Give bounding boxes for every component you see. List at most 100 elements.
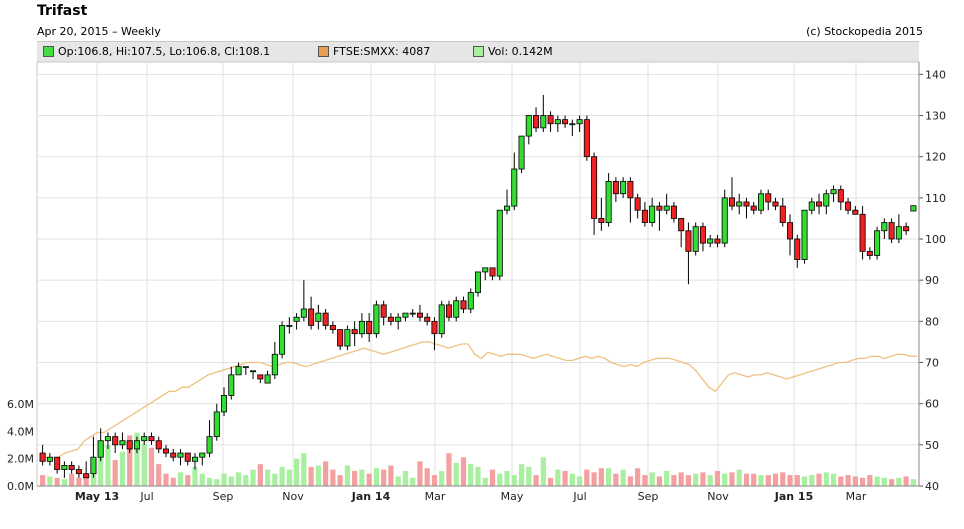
x-tick-label: Mar — [425, 490, 446, 503]
volume-bar — [627, 476, 633, 486]
volume-bar — [700, 472, 706, 486]
candle-body — [148, 436, 155, 442]
volume-bar — [177, 472, 184, 486]
candle-body — [598, 218, 605, 223]
volume-bar — [635, 468, 641, 486]
candle-body — [612, 180, 619, 195]
candle-body — [286, 325, 293, 327]
candle-body — [387, 316, 394, 322]
volume-bar — [845, 475, 851, 486]
volume-bar — [453, 462, 459, 486]
volume-bar — [489, 469, 496, 486]
volume-bar — [591, 472, 597, 486]
volume-bar — [562, 470, 568, 486]
volume-bar — [780, 472, 786, 486]
volume-bar — [206, 477, 213, 486]
volume-bar — [323, 461, 329, 486]
x-tick-label: Jan 14 — [351, 490, 391, 503]
candle-body — [641, 209, 648, 223]
x-tick-label: Jul — [139, 490, 153, 503]
candle-body — [533, 115, 540, 129]
volume-bar — [410, 477, 416, 486]
volume-bar — [714, 470, 721, 486]
candle-body — [576, 119, 583, 125]
volume-bar — [272, 473, 278, 486]
volume-bar — [772, 473, 779, 486]
volume-bar — [613, 473, 619, 486]
volume-bar — [330, 469, 336, 486]
volume-bar — [293, 458, 300, 486]
price-tick-label: 60 — [925, 398, 939, 411]
volume-bar — [605, 468, 612, 486]
volume-bar — [910, 479, 916, 486]
candle-body — [685, 230, 692, 252]
volume-bar — [547, 477, 554, 486]
candle-body — [184, 452, 191, 462]
volume-bar — [439, 470, 445, 486]
candle-body — [866, 250, 873, 256]
candle-body — [264, 374, 271, 384]
volume-bar — [569, 473, 575, 486]
volume-bar — [163, 473, 169, 486]
candle-body — [757, 193, 765, 211]
candle-body — [54, 456, 61, 470]
x-tick-label: Nov — [282, 490, 304, 503]
volume-bar — [497, 473, 503, 486]
volume-bar — [678, 472, 684, 486]
volume-bar — [373, 468, 380, 486]
candle-body — [460, 300, 467, 310]
candle-body — [68, 465, 75, 470]
candle-body — [888, 222, 895, 240]
volume-bar — [693, 473, 699, 486]
volume-bar — [170, 477, 176, 486]
candle-body — [424, 316, 431, 322]
candle-body — [678, 218, 685, 232]
candle-body — [663, 205, 670, 211]
candle-body — [438, 304, 445, 335]
volume-bar — [156, 464, 162, 486]
candle-body — [605, 180, 612, 223]
x-tick-label: Nov — [707, 490, 729, 503]
candle-body — [699, 226, 706, 244]
candle-body — [620, 180, 627, 195]
candle-body — [279, 325, 286, 355]
candle-body — [322, 312, 329, 326]
volume-bar — [105, 445, 111, 486]
candle-body — [779, 205, 786, 223]
candle-body — [83, 473, 90, 479]
volume-bar — [482, 477, 488, 486]
volume-bar — [446, 453, 452, 486]
candle-body — [162, 448, 169, 454]
price-tick-label: 70 — [925, 357, 939, 370]
candle-body — [583, 119, 590, 158]
price-tick-label: 110 — [925, 192, 946, 205]
candle-body — [75, 469, 82, 475]
volume-bar — [504, 470, 510, 486]
x-tick-label: Sep — [638, 490, 659, 503]
volume-bar — [279, 466, 285, 486]
volume-bar — [344, 465, 351, 486]
volume-bar — [250, 469, 256, 486]
x-tick-label: Jul — [572, 490, 586, 503]
volume-bar — [765, 475, 771, 486]
candle-body — [395, 316, 402, 322]
volume-bar — [40, 475, 46, 486]
volume-tick-label: 4.0M — [7, 425, 34, 438]
candle-body — [845, 201, 852, 211]
volume-bar — [388, 465, 394, 486]
volume-bar — [794, 475, 800, 486]
candle-body — [750, 205, 757, 211]
price-tick-label: 80 — [925, 315, 939, 328]
volume-bar — [61, 479, 68, 486]
candle-body — [257, 374, 264, 380]
volume-bar — [511, 475, 517, 486]
volume-bar — [264, 469, 271, 486]
volume-bar — [352, 470, 358, 486]
volume-bar — [787, 475, 793, 486]
candle-body — [133, 440, 140, 450]
volume-bar — [888, 479, 895, 486]
volume-bar — [816, 473, 822, 486]
volume-bar — [649, 472, 655, 486]
volume-bar — [308, 466, 314, 486]
candle-body — [402, 312, 409, 318]
